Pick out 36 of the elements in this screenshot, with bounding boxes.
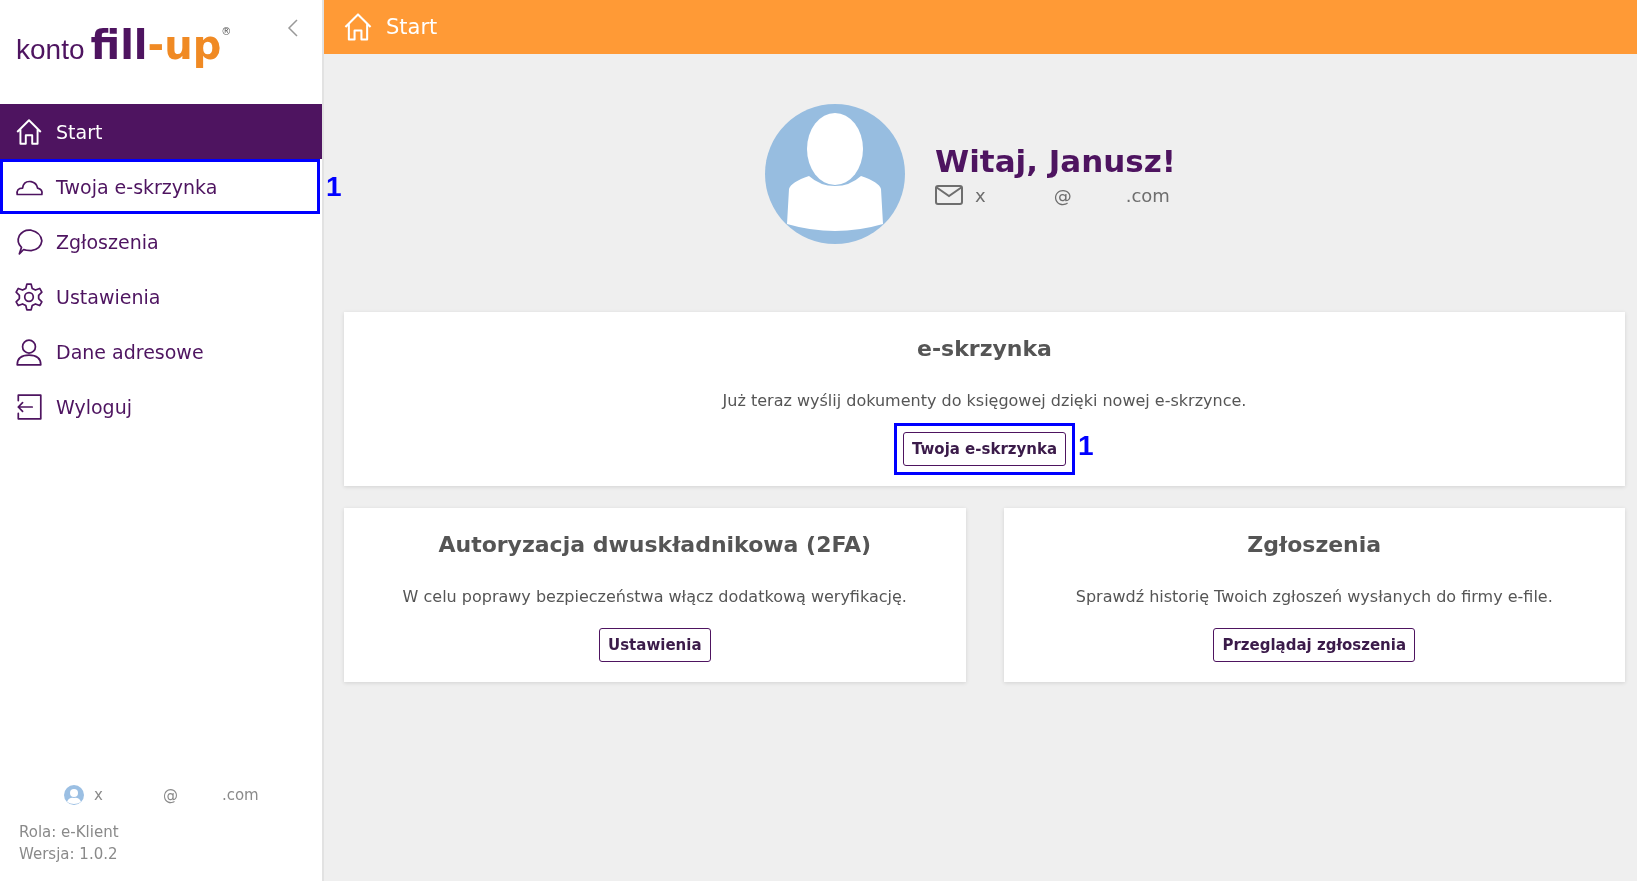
page-title: Start bbox=[386, 15, 438, 39]
sidebar-item[interactable]: Dane adresowe bbox=[0, 324, 322, 379]
mail-icon bbox=[935, 185, 963, 205]
email-part: x bbox=[94, 786, 103, 804]
email-part: x bbox=[975, 184, 986, 206]
sidebar-item[interactable]: Zgłoszenia bbox=[0, 214, 322, 269]
card-text: W celu poprawy bezpieczeństwa włącz dodatkową weryfikację. bbox=[402, 587, 907, 606]
email-part: .com bbox=[221, 786, 259, 804]
sidebar-item[interactable]: Ustawienia bbox=[0, 269, 322, 324]
card-text: Sprawdź historię Twoich zgłoszeń wysłanych do firmy e-file. bbox=[1075, 587, 1553, 606]
email-part: .com bbox=[1125, 184, 1170, 206]
card-title: Zgłoszenia bbox=[1247, 532, 1382, 557]
home-icon bbox=[14, 116, 44, 147]
settings-icon bbox=[14, 281, 44, 312]
card-button[interactable]: Przeglądaj zgłoszenia bbox=[1213, 628, 1416, 662]
version-text: Wersja: 1.0.2 bbox=[19, 845, 119, 863]
card-title: Autoryzacja dwuskładnikowa (2FA) bbox=[438, 532, 872, 557]
annotation-number: 1 bbox=[1078, 430, 1094, 462]
home-icon bbox=[342, 11, 374, 43]
logout-icon bbox=[14, 391, 44, 422]
logo: konto fill-up® bbox=[16, 22, 232, 68]
sidebar-item[interactable]: Wyloguj bbox=[0, 379, 322, 434]
user-avatar-icon bbox=[64, 785, 84, 805]
card-text: Już teraz wyślij dokumenty do księgowej dzięki nowej e-skrzynce. bbox=[722, 391, 1247, 410]
card-button[interactable]: Ustawienia bbox=[599, 628, 711, 662]
greeting: Witaj, Janusz! bbox=[935, 142, 1176, 179]
annotation-number: 1 bbox=[326, 171, 342, 203]
sidebar-item[interactable]: Start bbox=[0, 104, 322, 159]
card-button[interactable]: Twoja e-skrzynka bbox=[902, 432, 1067, 466]
collapse-chevron-icon[interactable] bbox=[286, 18, 300, 38]
person-icon bbox=[14, 336, 44, 367]
email-part: @ bbox=[162, 786, 178, 804]
email-part: @ bbox=[1053, 184, 1072, 206]
card-title: e-skrzynka bbox=[917, 336, 1052, 361]
speech-bubble-icon bbox=[14, 226, 44, 257]
role-text: Rola: e-Klient bbox=[19, 823, 120, 841]
